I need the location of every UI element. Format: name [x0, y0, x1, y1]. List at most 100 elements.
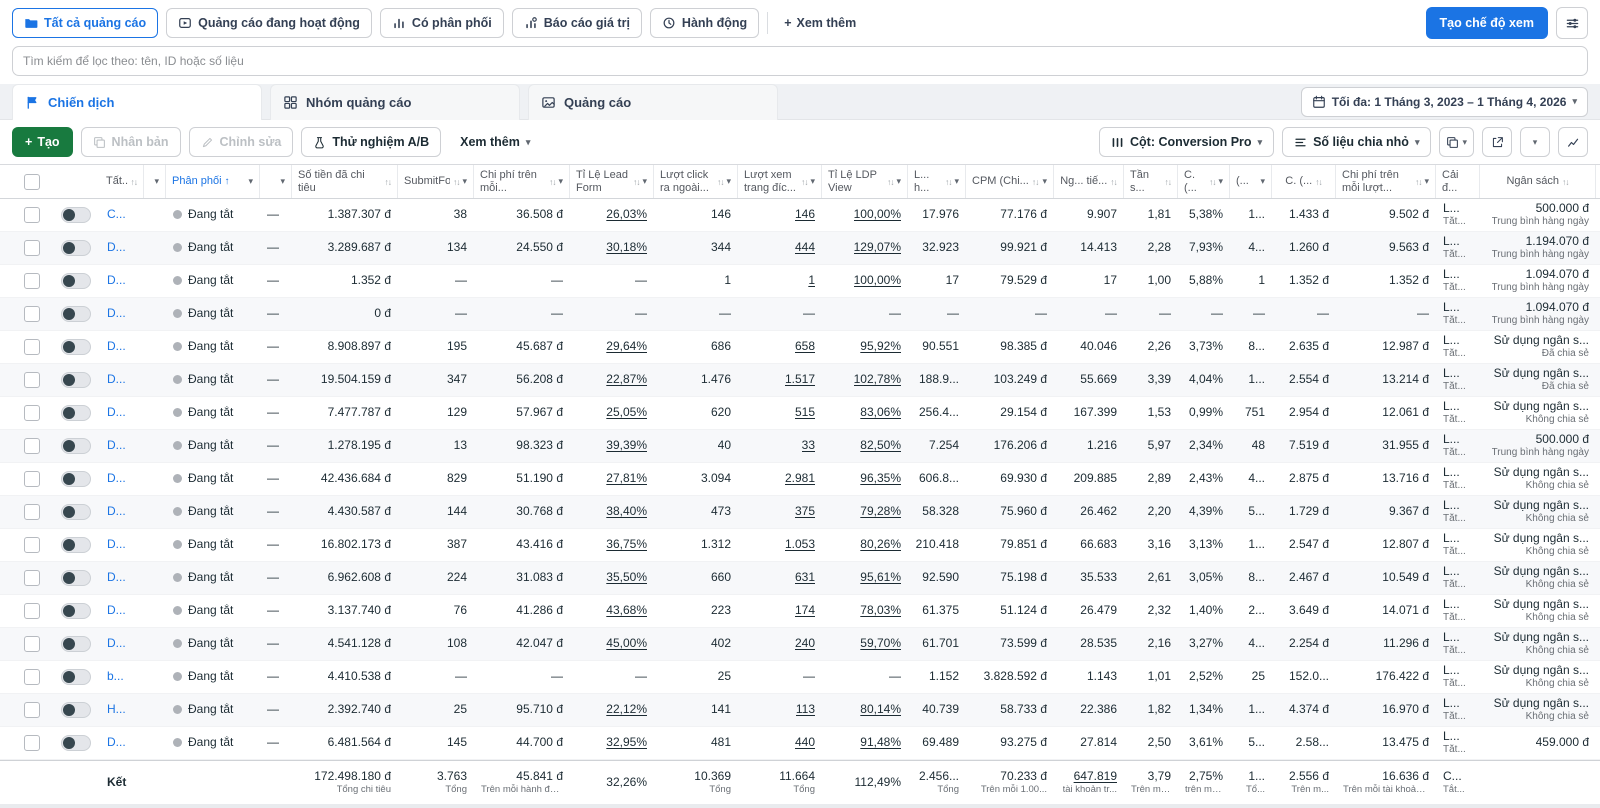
create-view-button[interactable]: Tạo chế độ xem — [1425, 7, 1548, 39]
campaign-toggle[interactable] — [61, 702, 91, 718]
breakdown-button[interactable]: Số liệu chia nhỏ ▾ — [1282, 127, 1432, 157]
reports-button[interactable]: ▾ — [1439, 127, 1474, 157]
cell-ldp_views[interactable]: 444 — [738, 232, 822, 264]
cell-ldp_views[interactable]: 33 — [738, 430, 822, 462]
cell-name[interactable]: D... — [100, 232, 144, 264]
campaign-toggle[interactable] — [61, 735, 91, 751]
cell-lead_form_rate[interactable]: 43,68% — [570, 595, 654, 627]
date-range-picker[interactable]: Tối đa: 1 Tháng 3, 2023 – 1 Tháng 4, 202… — [1300, 86, 1588, 117]
view-settings-button[interactable] — [1556, 7, 1588, 39]
duplicate-button[interactable]: Nhân bản — [80, 127, 181, 157]
cell-ldp_views[interactable]: 375 — [738, 496, 822, 528]
column-header-reach[interactable]: Ng... tiế... ↑↓ — [1054, 165, 1124, 198]
tab-campaigns[interactable]: Chiến dịch — [12, 83, 262, 120]
cell-ldp_views[interactable]: 1 — [738, 265, 822, 297]
column-header-menu[interactable]: ▾ — [144, 165, 166, 198]
filter-has-delivery[interactable]: Có phân phối — [379, 8, 504, 38]
row-checkbox[interactable] — [24, 438, 40, 454]
cell-ldp_view_rate[interactable]: 100,00% — [822, 199, 908, 231]
column-header-quality[interactable]: Cải đ... — [1436, 165, 1480, 198]
row-checkbox[interactable] — [24, 306, 40, 322]
cell-lead_form_rate[interactable]: 36,75% — [570, 529, 654, 561]
row-checkbox[interactable] — [24, 240, 40, 256]
campaign-toggle[interactable] — [61, 537, 91, 553]
cell-name[interactable]: D... — [100, 298, 144, 330]
row-checkbox[interactable] — [24, 173, 40, 190]
cell-name[interactable]: D... — [100, 364, 144, 396]
column-header-ldp_view_rate[interactable]: Tỉ Lệ LDP View ↑↓ ▾ — [822, 165, 908, 198]
cell-ldp_view_rate[interactable]: 91,48% — [822, 727, 908, 759]
cell-ldp_view_rate[interactable]: 95,61% — [822, 562, 908, 594]
campaign-toggle[interactable] — [61, 405, 91, 421]
row-checkbox[interactable] — [24, 471, 40, 487]
cell-ldp_view_rate[interactable]: 95,92% — [822, 331, 908, 363]
row-checkbox[interactable] — [24, 702, 40, 718]
cell-ldp_views[interactable]: 146 — [738, 199, 822, 231]
cell-ldp_view_rate[interactable]: 102,78% — [822, 364, 908, 396]
cell-lead_form_rate[interactable]: 22,12% — [570, 694, 654, 726]
campaign-toggle[interactable] — [61, 372, 91, 388]
cell-name[interactable]: D... — [100, 331, 144, 363]
cell-ldp_views[interactable]: 658 — [738, 331, 822, 363]
column-header-attr[interactable]: ▾ — [260, 165, 292, 198]
column-header-delivery[interactable]: Phân phối ↑ ▾ — [166, 165, 260, 198]
cell-ldp_view_rate[interactable]: 96,35% — [822, 463, 908, 495]
row-checkbox[interactable] — [24, 372, 40, 388]
edit-button[interactable]: Chỉnh sửa — [188, 127, 294, 157]
cell-ldp_view_rate[interactable]: 83,06% — [822, 397, 908, 429]
cell-lead_form_rate[interactable]: 27,81% — [570, 463, 654, 495]
cell-lead_form_rate[interactable]: 22,87% — [570, 364, 654, 396]
cell-name[interactable]: D... — [100, 430, 144, 462]
more-actions-button[interactable]: Xem thêm ▾ — [449, 127, 542, 157]
cell-ldp_view_rate[interactable]: 129,07% — [822, 232, 908, 264]
cell-name[interactable]: D... — [100, 628, 144, 660]
cell-lead_form_rate[interactable]: 32,95% — [570, 727, 654, 759]
column-header-frequency[interactable]: Tần s... ↑↓ — [1124, 165, 1178, 198]
tab-ad-sets[interactable]: Nhóm quảng cáo — [270, 83, 520, 120]
columns-button[interactable]: Cột: Conversion Pro ▾ — [1099, 127, 1275, 157]
campaign-toggle[interactable] — [61, 240, 91, 256]
cell-ldp_views[interactable]: 2.981 — [738, 463, 822, 495]
cell-lead_form_rate[interactable]: 45,00% — [570, 628, 654, 660]
row-checkbox[interactable] — [24, 537, 40, 553]
cell-name[interactable]: D... — [100, 496, 144, 528]
filter-value-report[interactable]: Báo cáo giá trị — [511, 8, 642, 38]
campaign-toggle[interactable] — [61, 570, 91, 586]
export-button[interactable] — [1482, 127, 1512, 157]
column-header-spend[interactable]: Số tiền đã chi tiêu ↑↓ — [292, 165, 398, 198]
campaign-toggle[interactable] — [61, 306, 91, 322]
row-checkbox[interactable] — [24, 207, 40, 223]
column-header-cost_per_result[interactable]: Chi phí trên mỗi... ↑↓ ▾ — [474, 165, 570, 198]
cell-name[interactable]: C... — [100, 199, 144, 231]
column-header-name[interactable]: Tất...↑↓ — [100, 165, 144, 198]
cell-lead_form_rate[interactable]: 30,18% — [570, 232, 654, 264]
cell-ldp_views[interactable]: 240 — [738, 628, 822, 660]
cell-ldp_view_rate[interactable]: 100,00% — [822, 265, 908, 297]
footer-reach[interactable]: 647.819 tài khoản tr... — [1054, 761, 1124, 804]
cell-ldp_views[interactable]: 440 — [738, 727, 822, 759]
column-header-impressions[interactable]: L... h... ↑↓ ▾ — [908, 165, 966, 198]
cell-ldp_view_rate[interactable]: 78,03% — [822, 595, 908, 627]
filter-active-ads[interactable]: Quảng cáo đang hoạt động — [166, 8, 372, 38]
cell-ldp_view_rate[interactable]: 79,28% — [822, 496, 908, 528]
row-checkbox[interactable] — [24, 603, 40, 619]
cell-name[interactable]: D... — [100, 397, 144, 429]
row-checkbox[interactable] — [24, 570, 40, 586]
tab-ads[interactable]: Quảng cáo — [528, 83, 778, 120]
cell-name[interactable]: D... — [100, 265, 144, 297]
charts-button[interactable] — [1558, 127, 1588, 157]
cell-name[interactable]: D... — [100, 529, 144, 561]
cell-name[interactable]: D... — [100, 727, 144, 759]
cell-lead_form_rate[interactable]: 38,40% — [570, 496, 654, 528]
column-header-ldp_views[interactable]: Lượt xem trang đíc... ↑↓ ▾ — [738, 165, 822, 198]
cell-ldp_views[interactable]: 515 — [738, 397, 822, 429]
cell-ldp_views[interactable]: 631 — [738, 562, 822, 594]
cell-lead_form_rate[interactable]: 25,05% — [570, 397, 654, 429]
cell-name[interactable]: H... — [100, 694, 144, 726]
search-input[interactable] — [12, 46, 1588, 76]
column-header-cost_per_ldp[interactable]: Chi phí trên mỗi lượt... ↑↓ ▾ — [1336, 165, 1436, 198]
column-header-ctr[interactable]: C. (... ↑↓ ▾ — [1178, 165, 1230, 198]
campaign-toggle[interactable] — [61, 438, 91, 454]
cell-lead_form_rate[interactable]: 29,64% — [570, 331, 654, 363]
cell-ldp_view_rate[interactable]: 80,26% — [822, 529, 908, 561]
